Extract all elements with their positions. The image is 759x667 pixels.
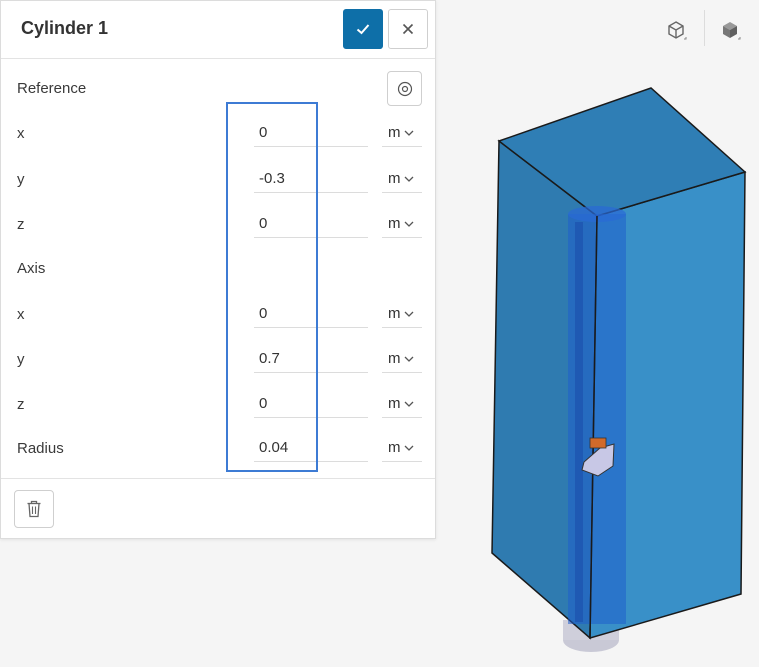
axis-y-unit-select[interactable]: m bbox=[382, 345, 422, 373]
target-icon bbox=[397, 81, 412, 96]
chevron-down-icon bbox=[404, 130, 413, 136]
check-icon bbox=[356, 24, 370, 35]
axis-z-unit-select[interactable]: m bbox=[382, 390, 422, 418]
close-button[interactable] bbox=[388, 9, 428, 49]
reference-y-unit-select[interactable]: m bbox=[382, 165, 422, 193]
view-separator bbox=[704, 10, 705, 46]
reference-y-unit: m bbox=[388, 170, 401, 187]
trash-icon bbox=[27, 500, 41, 518]
axis-z-label: z bbox=[17, 396, 25, 413]
cylinder-shade bbox=[575, 222, 583, 622]
reference-z-unit-select[interactable]: m bbox=[382, 210, 422, 238]
axis-x-input[interactable] bbox=[254, 300, 368, 328]
axis-y-unit: m bbox=[388, 350, 401, 367]
chevron-down-icon bbox=[404, 445, 413, 451]
small-part-top bbox=[589, 437, 607, 449]
solid-cube-icon bbox=[723, 22, 741, 40]
axis-x-unit: m bbox=[388, 305, 401, 322]
chevron-down-icon bbox=[404, 311, 413, 317]
chevron-down-icon bbox=[404, 401, 413, 407]
panel-title: Cylinder 1 bbox=[21, 18, 109, 38]
reference-z-input[interactable] bbox=[254, 210, 368, 238]
panel-footer bbox=[1, 478, 435, 479]
reference-label: Reference bbox=[17, 80, 87, 97]
axis-y-label: y bbox=[17, 351, 25, 368]
chevron-down-icon bbox=[404, 221, 413, 227]
cylinder-properties-panel: Cylinder 1 Reference x m y m z m bbox=[0, 0, 436, 539]
reference-y-label: y bbox=[17, 171, 25, 188]
axis-label: Axis bbox=[17, 260, 46, 277]
panel-header: Cylinder 1 bbox=[1, 1, 435, 59]
close-icon bbox=[402, 23, 414, 35]
reference-z-label: z bbox=[17, 216, 25, 233]
reference-x-label: x bbox=[17, 125, 25, 142]
radius-label: Radius bbox=[17, 440, 64, 457]
chevron-down-icon bbox=[404, 356, 413, 362]
delete-button[interactable] bbox=[14, 490, 54, 528]
reference-y-input[interactable] bbox=[254, 165, 368, 193]
axis-z-input[interactable] bbox=[254, 390, 368, 418]
reference-x-unit: m bbox=[388, 124, 401, 141]
wireframe-view-button[interactable] bbox=[662, 16, 690, 44]
chevron-down-icon bbox=[404, 176, 413, 182]
reference-z-unit: m bbox=[388, 215, 401, 232]
confirm-button[interactable] bbox=[343, 9, 383, 49]
axis-y-input[interactable] bbox=[254, 345, 368, 373]
wireframe-cube-icon bbox=[668, 21, 687, 40]
pick-reference-button[interactable] bbox=[387, 71, 422, 106]
axis-z-unit: m bbox=[388, 395, 401, 412]
radius-unit: m bbox=[388, 439, 401, 456]
solid-view-button[interactable] bbox=[716, 16, 744, 44]
axis-x-label: x bbox=[17, 306, 25, 323]
radius-input[interactable] bbox=[254, 434, 368, 462]
reference-x-unit-select[interactable]: m bbox=[382, 119, 422, 147]
axis-x-unit-select[interactable]: m bbox=[382, 300, 422, 328]
reference-x-input[interactable] bbox=[254, 119, 368, 147]
radius-unit-select[interactable]: m bbox=[382, 434, 422, 462]
